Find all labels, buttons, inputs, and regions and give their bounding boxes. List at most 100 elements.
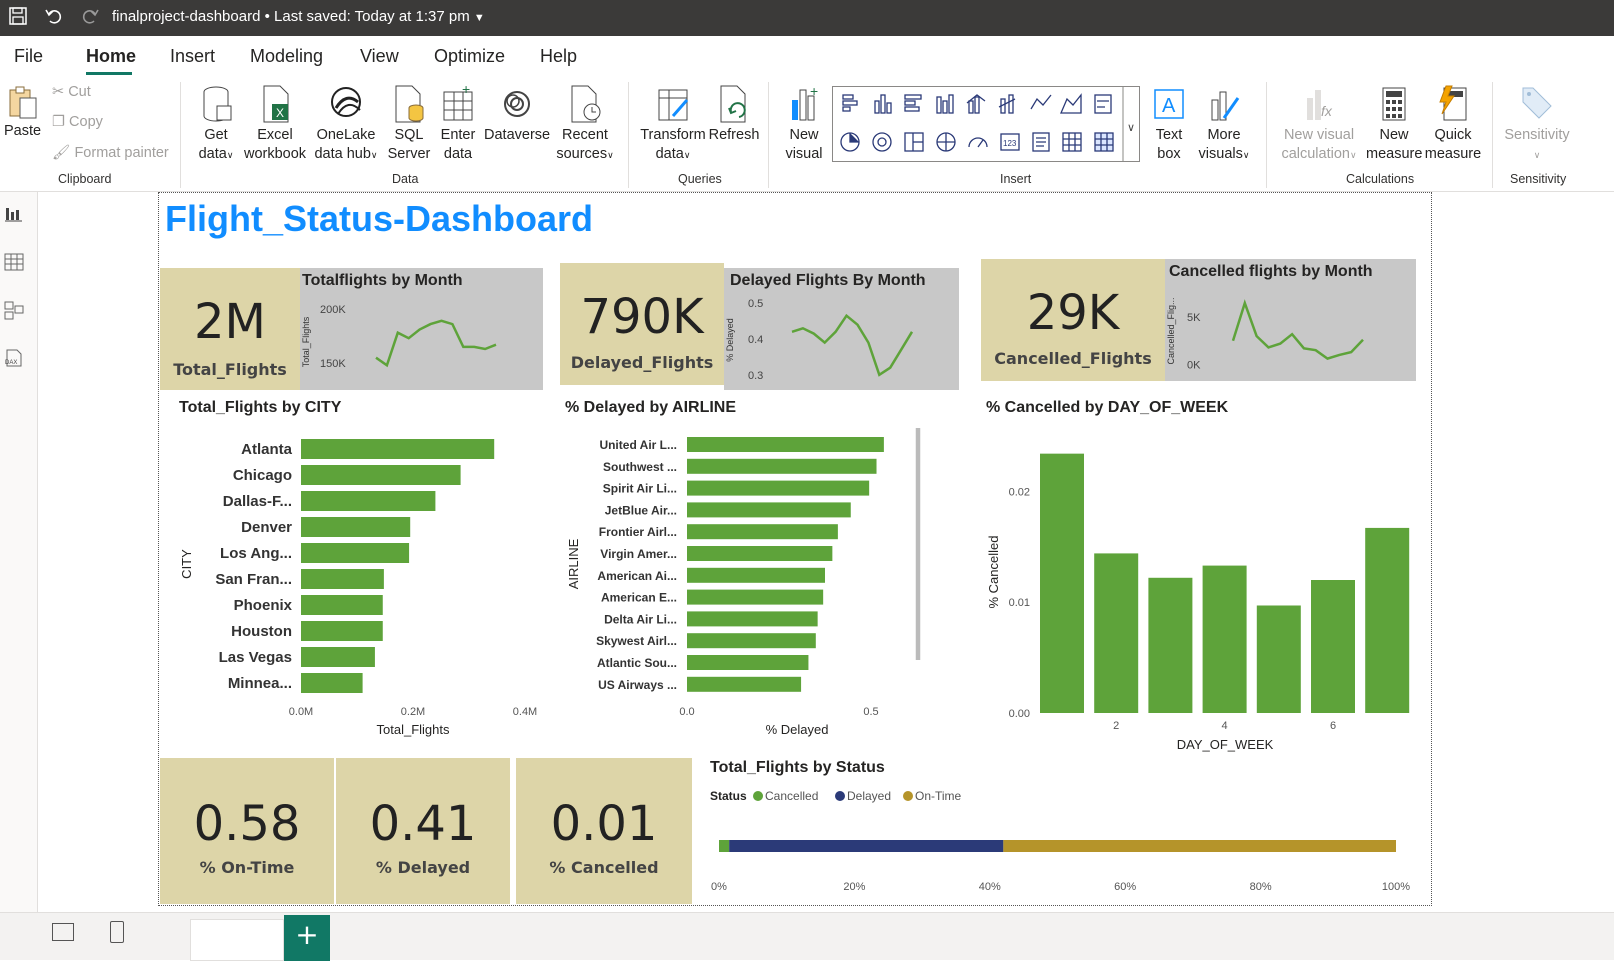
total-flights-by-status-visual[interactable]: Total_Flights by Status Status Cancelled De… [700,752,1420,902]
scissors-icon: ✂ [52,84,65,100]
document-title[interactable]: finalproject-dashboard • Last saved: Tod… [112,8,485,25]
fit-page-icon[interactable] [52,923,74,941]
new-measure-label-2: measure [1366,146,1423,162]
onelake-button[interactable]: OneLake data hub∨ [312,84,380,165]
category-label: Chicago [233,467,292,484]
recent-sources-button[interactable]: Recent sources∨ [556,84,614,165]
enter-data-button[interactable]: + Enter data [436,84,480,164]
clipboard-group-label: Clipboard [58,172,112,186]
bar [301,673,363,693]
bar-segment [1003,840,1396,852]
excel-workbook-button[interactable]: X Excel workbook [242,84,308,164]
ontime-pct-card[interactable]: 0.58 % On-Time [160,758,334,904]
mobile-layout-icon[interactable] [110,921,124,943]
total-flights-by-city-visual[interactable]: Total_Flights by CITY CITY Atlanta Chicago D… [160,394,550,744]
visualizations-gallery[interactable]: 123 ∨ [832,86,1140,162]
delayed-flights-by-month-visual[interactable]: Delayed Flights By Month % Delayed 0.5 0.4 0… [724,268,959,390]
new-visual-icon: + [792,84,818,121]
new-visual-label-1: New [789,127,819,143]
refresh-button[interactable]: Refresh [708,84,760,145]
new-visual-button[interactable]: + New visual [782,84,826,164]
x-tick-label: 0% [711,881,727,893]
menu-help[interactable]: Help [540,46,577,67]
get-data-button[interactable]: Get data∨ [192,84,240,165]
copy-button[interactable]: ❐ Copy [52,114,103,130]
undo-icon[interactable] [44,6,64,26]
delayed-flights-value: 790K [580,289,704,345]
bar-segment [719,840,730,852]
table-view-icon[interactable] [4,252,24,272]
get-data-label-1: Get [204,127,228,143]
chevron-down-icon[interactable]: ▼ [474,12,485,24]
transform-data-button[interactable]: Transform data∨ [638,84,708,165]
calculations-group-label: Calculations [1346,172,1415,186]
insert-group-label: Insert [1000,172,1032,186]
chart-title: Total_Flights by Status [710,759,885,776]
format-painter-label: Format painter [74,145,169,161]
cancelled-flights-card[interactable]: 29K Cancelled_Flights [981,259,1165,381]
menu-home[interactable]: Home [86,46,136,67]
category-label: Delta Air Li... [604,612,677,626]
new-measure-button[interactable]: New measure [1366,84,1422,164]
add-page-button[interactable]: + [284,915,330,961]
total-flights-card[interactable]: 2M Total_Flights [160,268,300,390]
bar [687,480,870,496]
sensitivity-group-label: Sensitivity [1510,172,1567,186]
series-line [375,319,497,368]
model-view-icon[interactable] [4,300,24,320]
stacked-bar-icon [842,94,858,112]
pct-delayed-by-airline-visual[interactable]: % Delayed by AIRLINE AIRLINE United Air L.… [560,394,950,744]
y-tick-label: 0.5 [748,298,763,310]
menu-view[interactable]: View [360,46,399,67]
bar [687,437,884,452]
multi-row-card-icon [1032,132,1050,152]
new-visual-label-2: visual [785,146,823,162]
y-axis-label: CITY [179,549,194,579]
table-icon [1062,132,1082,152]
bar [301,569,384,589]
paste-button[interactable]: Paste [4,84,41,141]
report-view-icon[interactable] [4,204,24,224]
more-visuals-button[interactable]: More visuals∨ [1196,84,1252,165]
cancelled-flights-value: 29K [1026,285,1120,341]
save-icon[interactable] [8,6,28,26]
delayed-flights-card[interactable]: 790K Delayed_Flights [560,263,724,385]
cut-button[interactable]: ✂ Cut [52,84,91,100]
quick-measure-button[interactable]: Quick measure [1424,84,1482,164]
bar [1311,580,1355,713]
x-tick-label: 80% [1250,881,1272,893]
gallery-expand-icon: ∨ [1127,122,1135,134]
treemap-icon [904,132,924,152]
menu-insert[interactable]: Insert [170,46,215,67]
sensitivity-button[interactable]: Sensitivity ∨ [1502,84,1572,165]
legend-label: On-Time [915,789,962,803]
menu-modeling[interactable]: Modeling [250,46,323,67]
legend-marker [753,791,763,801]
dataverse-button[interactable]: Dataverse [484,84,550,145]
page-tab[interactable] [190,919,284,961]
new-visual-calculation-button[interactable]: fx New visual calculation∨ [1274,84,1364,165]
x-tick-label: 100% [1382,881,1410,893]
menu-optimize[interactable]: Optimize [434,46,505,67]
scrollbar-thumb [916,428,920,660]
cancelled-flights-by-month-visual[interactable]: Cancelled flights by Month Cancelled_Flig… [1165,259,1416,381]
legend-marker [903,791,913,801]
sql-server-button[interactable]: SQL Server [386,84,432,164]
bar [1040,453,1084,713]
transform-data-icon [658,89,689,121]
text-box-icon: A [1154,89,1184,119]
x-axis-label: % Delayed [766,722,829,737]
text-box-button[interactable]: A Text box [1148,84,1190,164]
redo-icon[interactable] [80,6,100,26]
format-painter-button[interactable]: 🖌 Format painter [52,144,169,161]
category-label: Phoenix [234,597,293,614]
delayed-pct-card[interactable]: 0.41 % Delayed [336,758,510,904]
more-visuals-label-1: More [1207,127,1241,143]
totalflights-by-month-visual[interactable]: Totalflights by Month Total_Flights 200K 15… [300,268,543,390]
menu-file[interactable]: File [14,46,43,67]
more-visuals-icon [1211,91,1240,121]
cancelled-pct-card[interactable]: 0.01 % Cancelled [516,758,692,904]
dax-query-view-icon[interactable]: DAX [4,348,24,368]
cancelled-flights-label: Cancelled_Flights [994,349,1152,368]
pct-cancelled-by-day-visual[interactable]: % Cancelled by DAY_OF_WEEK % Cancelled 0.0… [970,394,1420,756]
